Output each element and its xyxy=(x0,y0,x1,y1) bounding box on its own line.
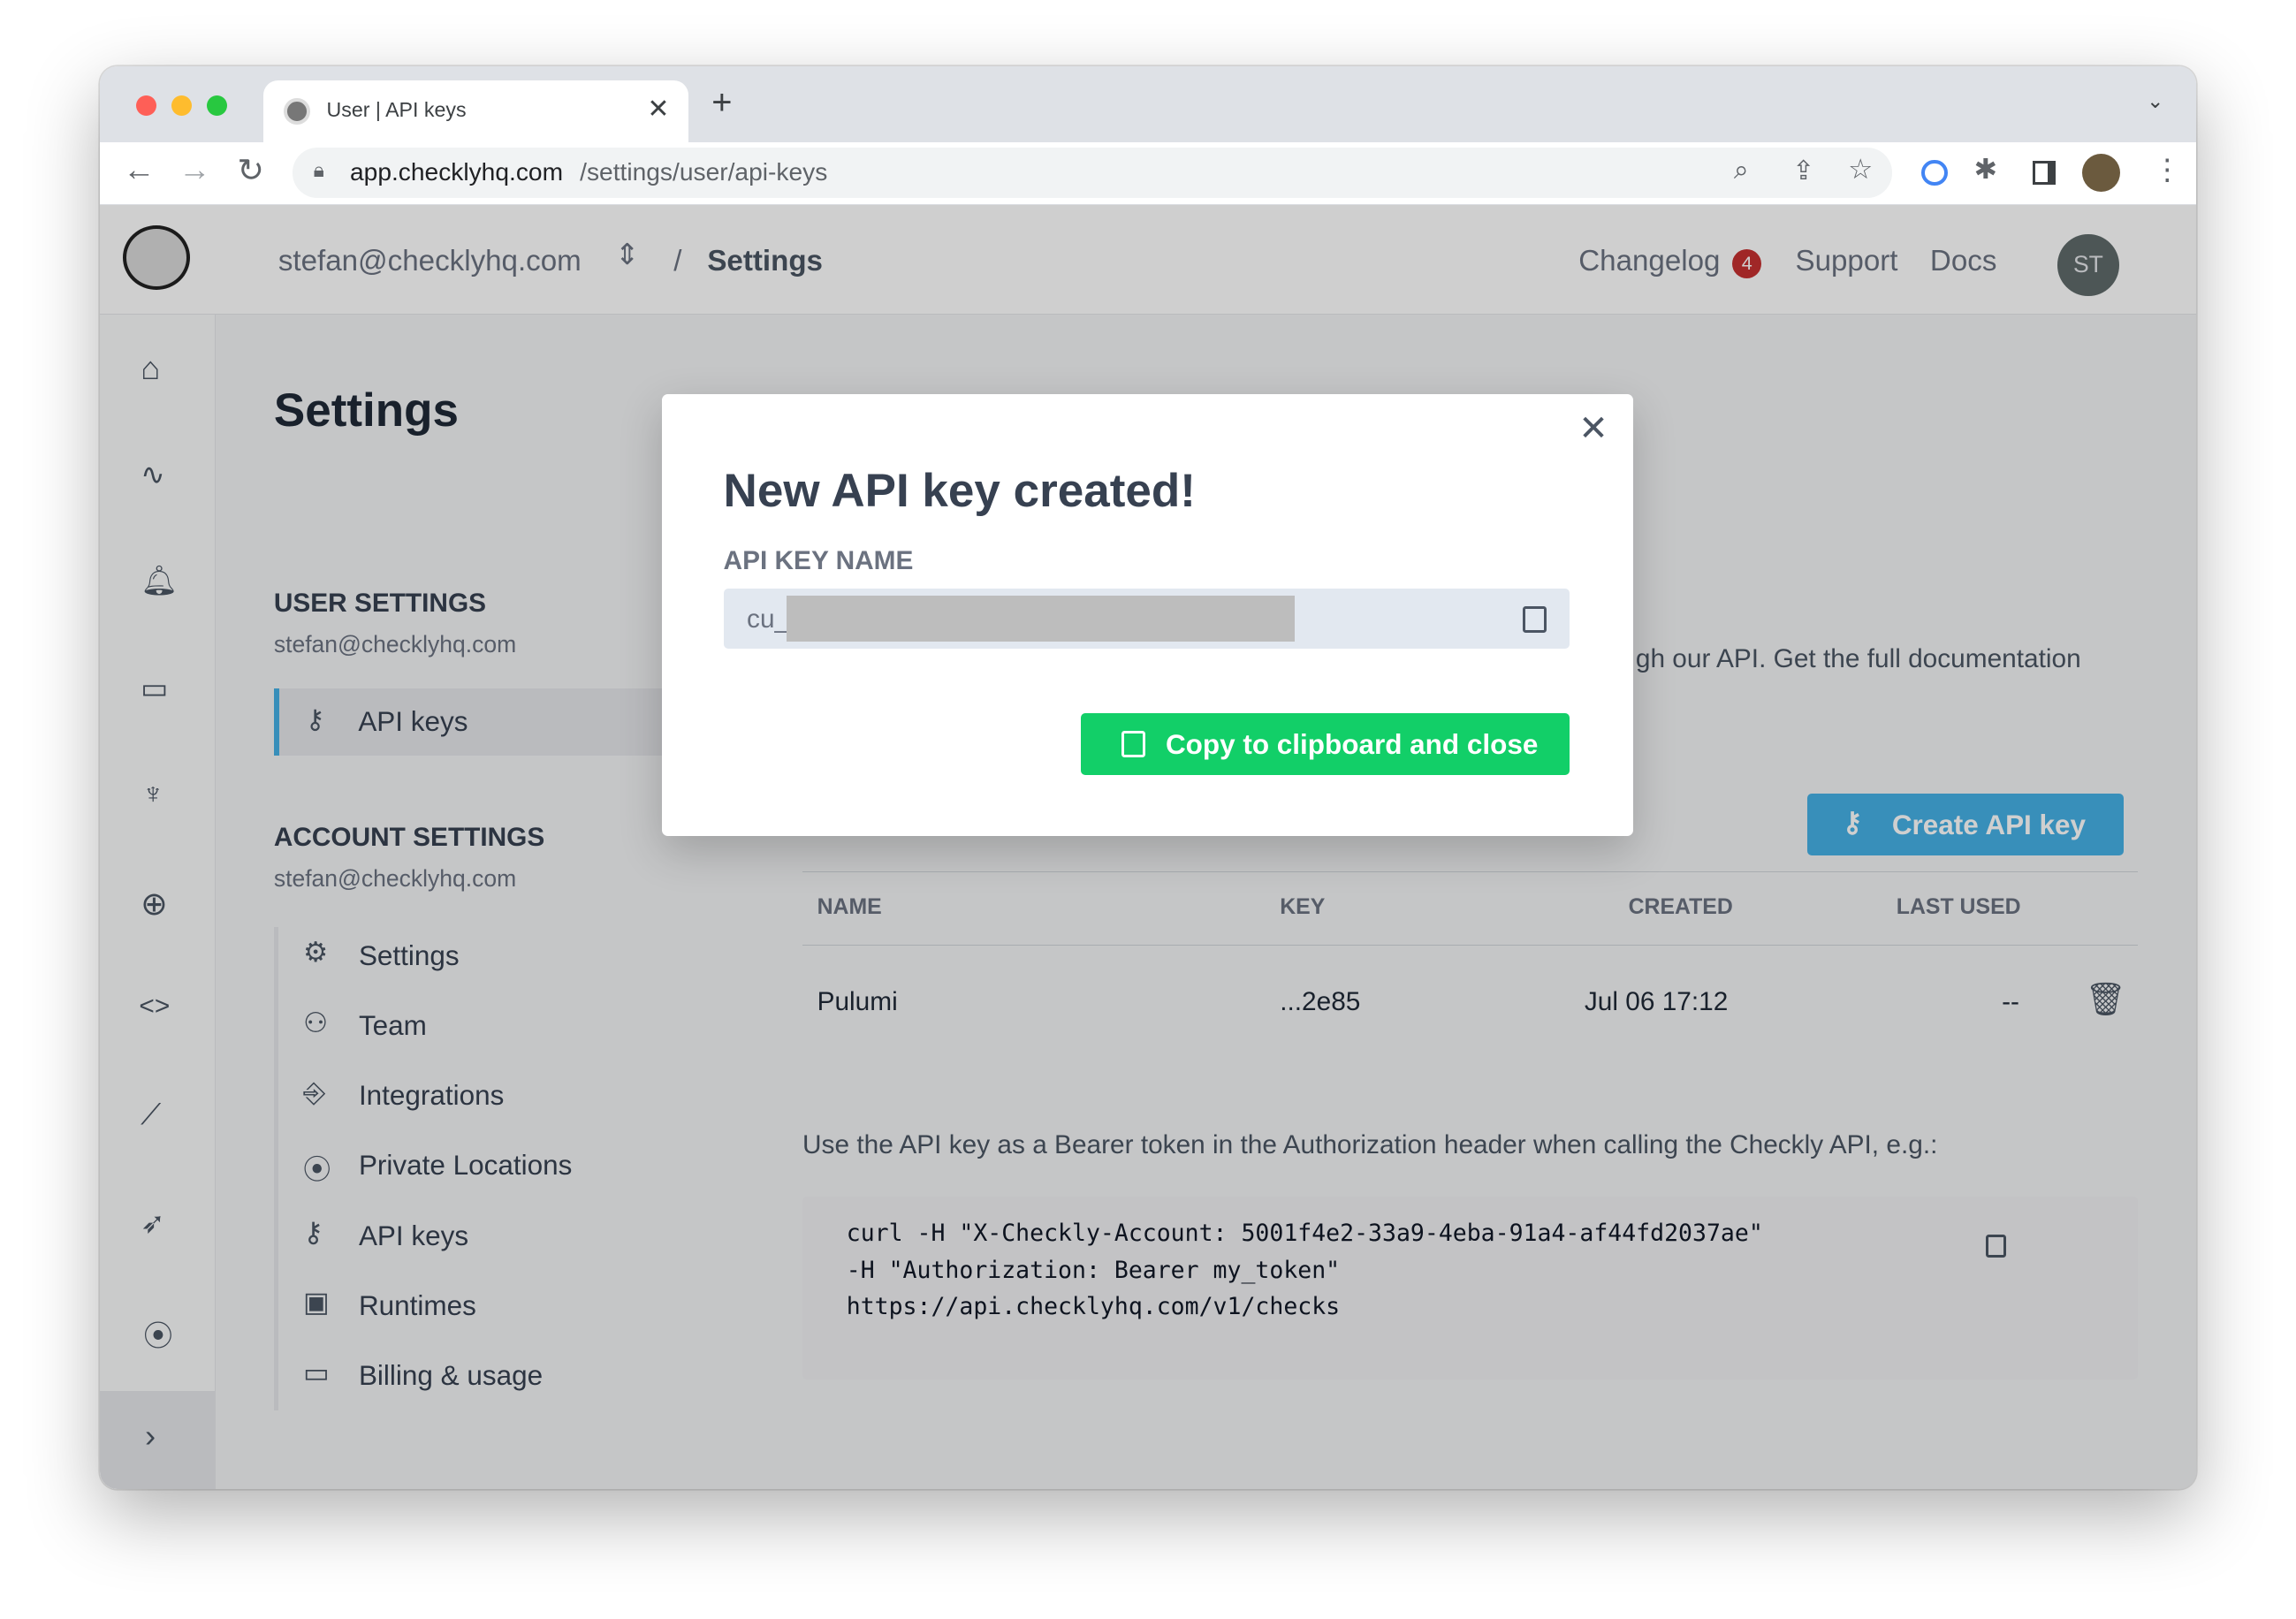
url-host: app.checklyhq.com xyxy=(350,157,564,186)
minimize-window-button[interactable] xyxy=(171,95,193,116)
browser-menu-icon[interactable]: ⋮ xyxy=(2153,152,2182,187)
browser-tab[interactable]: User | API keys ✕ xyxy=(263,80,688,142)
share-icon[interactable]: ⇪ xyxy=(1792,156,1814,186)
favicon-icon xyxy=(284,98,311,125)
address-bar[interactable]: 🔒︎ app.checklyhq.com /settings/user/api-… xyxy=(293,148,1892,198)
browser-toolbar: ← → ↻ 🔒︎ app.checklyhq.com /settings/use… xyxy=(99,141,2197,205)
bookmark-star-icon[interactable]: ☆ xyxy=(1848,154,1873,186)
copy-and-close-label: Copy to clipboard and close xyxy=(1165,729,1539,761)
reload-icon[interactable]: ↻ xyxy=(237,151,264,189)
zoom-icon[interactable]: ⌕ xyxy=(1734,156,1749,186)
password-manager-extension-icon[interactable] xyxy=(1920,159,1948,186)
maximize-window-button[interactable] xyxy=(206,95,227,116)
tab-bar: User | API keys ✕ + ⌄ xyxy=(99,65,2197,142)
forward-icon[interactable]: → xyxy=(179,151,210,188)
new-api-key-modal: ✕ New API key created! API KEY NAME cu_ … xyxy=(661,393,1633,837)
copy-icon[interactable] xyxy=(1523,605,1547,633)
redacted-key xyxy=(786,596,1295,642)
new-tab-button[interactable]: + xyxy=(711,83,732,123)
side-panel-icon[interactable] xyxy=(2032,161,2057,185)
tab-close-icon[interactable]: ✕ xyxy=(647,94,669,125)
api-key-value: cu_ xyxy=(747,604,790,635)
browser-window: User | API keys ✕ + ⌄ ← → ↻ 🔒︎ app.check… xyxy=(99,65,2197,1490)
extensions-puzzle-icon[interactable]: ✱ xyxy=(1974,154,1997,186)
lock-icon: 🔒︎ xyxy=(313,157,324,181)
close-modal-icon[interactable]: ✕ xyxy=(1578,408,1608,449)
profile-avatar[interactable] xyxy=(2082,153,2121,193)
close-window-button[interactable] xyxy=(136,95,157,116)
back-icon[interactable]: ← xyxy=(123,151,155,188)
tab-list-chevron-icon[interactable]: ⌄ xyxy=(2147,89,2163,113)
url-path: /settings/user/api-keys xyxy=(580,157,828,186)
modal-title: New API key created! xyxy=(723,465,1196,518)
api-key-field-label: API KEY NAME xyxy=(723,546,914,576)
api-key-field[interactable]: cu_ xyxy=(723,589,1570,650)
copy-icon xyxy=(1121,730,1145,757)
tab-title: User | API keys xyxy=(326,98,467,121)
copy-and-close-button[interactable]: Copy to clipboard and close xyxy=(1080,712,1570,775)
